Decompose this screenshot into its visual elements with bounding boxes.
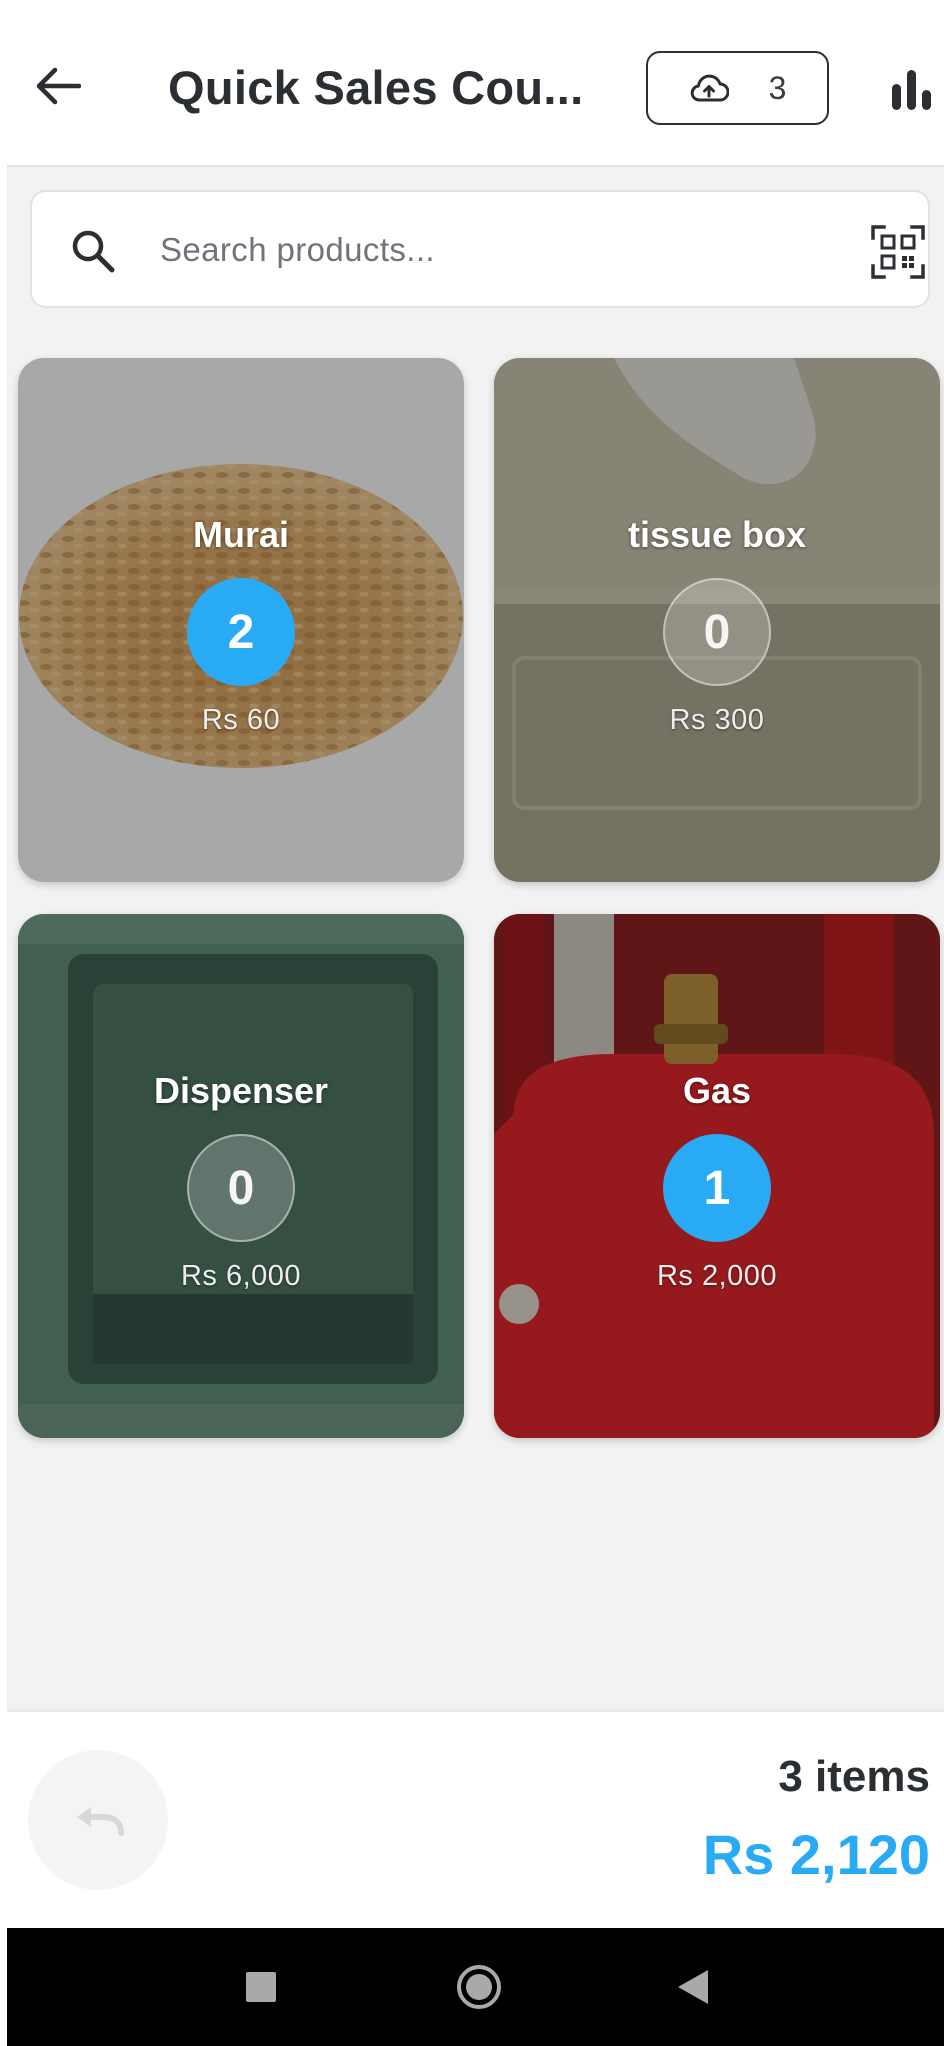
sync-button[interactable]: 3 (646, 51, 829, 125)
page-title: Quick Sales Cou... (168, 61, 584, 114)
quick-sales-screen: Quick Sales Cou... 3 Search products... … (0, 0, 944, 2046)
product-name: tissue box (627, 514, 807, 555)
app-header: Quick Sales Cou... 3 (0, 0, 944, 167)
product-price: Rs 2,000 (656, 1260, 778, 1292)
search-icon (72, 230, 115, 273)
recents-icon[interactable] (246, 1972, 276, 2002)
qr-scan-icon[interactable] (870, 224, 926, 280)
product-name: Dispenser (153, 1070, 329, 1111)
sync-count-badge: 3 (768, 69, 787, 106)
product-card-dispenser[interactable]: Dispenser 0 Rs 6,000 (18, 914, 464, 1438)
quantity-badge: 2 (187, 578, 295, 686)
quantity-badge: 1 (663, 1134, 771, 1242)
product-price: Rs 6,000 (180, 1260, 302, 1292)
quantity-badge: 0 (187, 1134, 295, 1242)
stats-button[interactable] (888, 64, 938, 114)
product-name: Gas (682, 1070, 752, 1111)
home-icon[interactable] (456, 1964, 502, 2010)
product-name: Murai (192, 514, 289, 555)
undo-button[interactable] (28, 1750, 168, 1890)
quantity-badge: 0 (663, 578, 771, 686)
system-nav-bar (0, 1928, 944, 2046)
product-card-gas[interactable]: Gas 1 Rs 2,000 (494, 914, 940, 1438)
arrow-left-icon (36, 67, 81, 105)
product-card-murai[interactable]: Murai 2 Rs 60 (18, 358, 464, 882)
nav-back-icon[interactable] (676, 1968, 710, 2006)
screen-edge (0, 0, 7, 2046)
cloud-upload-icon (690, 74, 729, 102)
search-input[interactable] (160, 222, 760, 278)
bar-chart-icon (892, 70, 931, 110)
search-bar (30, 190, 930, 308)
product-card-tissue-box[interactable]: tissue box 0 Rs 300 (494, 358, 940, 882)
back-button[interactable] (30, 58, 86, 114)
product-price: Rs 60 (201, 704, 281, 736)
undo-icon (77, 1807, 124, 1836)
items-count: 3 items (778, 1752, 930, 1801)
product-price: Rs 300 (669, 704, 765, 736)
cart-total: Rs 2,120 (702, 1823, 930, 1886)
cart-summary-bar: 3 items Rs 2,120 (0, 1712, 944, 1928)
